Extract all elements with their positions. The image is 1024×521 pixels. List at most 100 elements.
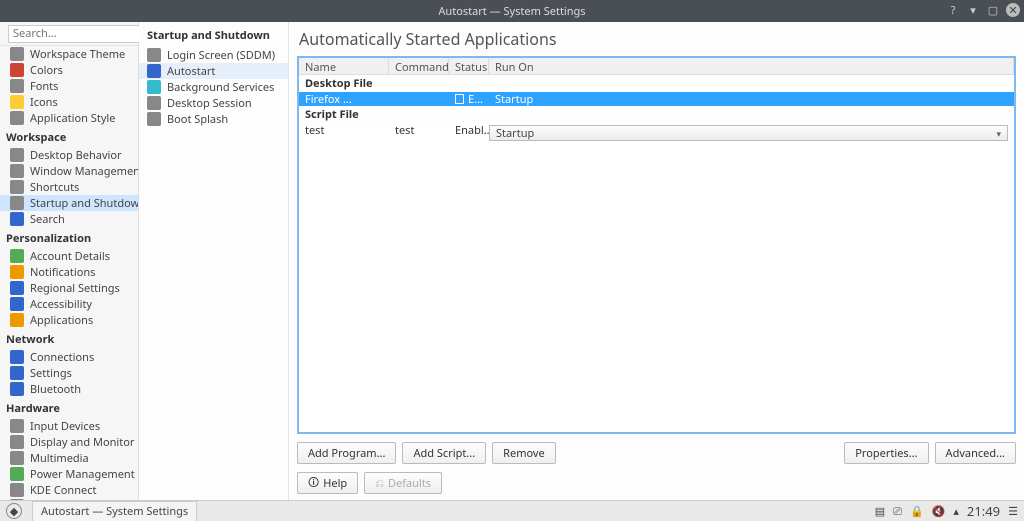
sidebar-item[interactable]: Notifications — [0, 264, 138, 280]
sidebar-item-label: Display and Monitor — [30, 435, 134, 450]
sidebar-item[interactable]: Connections — [0, 349, 138, 365]
tray-icon[interactable]: 🔒 — [910, 504, 924, 519]
col-runon[interactable]: Run On — [489, 58, 1014, 74]
category-icon — [10, 63, 24, 77]
category-hardware: Hardware — [0, 397, 138, 418]
sidebar-item[interactable]: Power Management — [0, 466, 138, 482]
sidebar-item-label: Workspace Theme — [30, 47, 125, 62]
sidebar-item-label: Power Management — [30, 467, 135, 482]
sidebar-item[interactable]: Input Devices — [0, 418, 138, 434]
subsection-item[interactable]: Desktop Session — [139, 95, 288, 111]
main-panel: Automatically Started Applications Name … — [289, 22, 1024, 500]
item-icon — [147, 96, 161, 110]
sidebar-item[interactable]: Settings — [0, 365, 138, 381]
autostart-table: Name Command Status Run On Desktop File … — [297, 56, 1016, 434]
sidebar-item-label: Account Details — [30, 249, 110, 264]
help-button[interactable]: 🛈Help — [297, 472, 358, 494]
subsection-item[interactable]: Login Screen (SDDM) — [139, 47, 288, 63]
expand-tray-icon[interactable]: ▴ — [953, 504, 959, 519]
sidebar-item[interactable]: Workspace Theme — [0, 46, 138, 62]
category-icon — [10, 313, 24, 327]
sidebar-item-label: Applications — [30, 313, 93, 328]
advanced-button[interactable]: Advanced... — [935, 442, 1016, 464]
group-desktop-file: Desktop File — [299, 75, 1014, 92]
maximize-icon[interactable]: ▢ — [986, 3, 1000, 17]
close-icon[interactable]: ✕ — [1006, 3, 1020, 17]
cell-cmd: test — [389, 123, 449, 138]
cell-name: test — [299, 123, 389, 138]
properties-button[interactable]: Properties... — [844, 442, 928, 464]
category-icon — [10, 483, 24, 497]
subsection-label: Desktop Session — [167, 96, 252, 111]
subsection-item[interactable]: Autostart — [139, 63, 288, 79]
category-icon — [10, 196, 24, 210]
category-icon — [10, 180, 24, 194]
category-workspace: Workspace — [0, 126, 138, 147]
category-icon — [10, 95, 24, 109]
sidebar-item[interactable]: Regional Settings — [0, 280, 138, 296]
taskbar: ◆ Autostart — System Settings ▤ ⎚ 🔒 🔇 ▴ … — [0, 500, 1024, 521]
sidebar-item-label: Desktop Behavior — [30, 148, 122, 163]
subsection-list: Startup and Shutdown Login Screen (SDDM)… — [139, 22, 289, 500]
category-icon — [10, 212, 24, 226]
subsection-item[interactable]: Background Services — [139, 79, 288, 95]
table-row[interactable]: test test Enabl... Startup — [299, 123, 1014, 137]
col-name[interactable]: Name — [299, 58, 389, 74]
cell-status: Enabl... — [449, 123, 489, 138]
remove-button[interactable]: Remove — [492, 442, 556, 464]
sidebar-item[interactable]: Display and Monitor — [0, 434, 138, 450]
sidebar-item[interactable]: Multimedia — [0, 450, 138, 466]
tray-icon[interactable]: ⎚ — [893, 504, 902, 519]
sidebar-item-label: Regional Settings — [30, 281, 120, 296]
checkbox-icon[interactable] — [455, 94, 464, 104]
page-title: Automatically Started Applications — [289, 22, 1024, 54]
col-command[interactable]: Command — [389, 58, 449, 74]
item-icon — [147, 48, 161, 62]
sidebar-item-label: Fonts — [30, 79, 58, 94]
col-status[interactable]: Status — [449, 58, 489, 74]
sidebar-item[interactable]: Applications — [0, 312, 138, 328]
subsection-item[interactable]: Boot Splash — [139, 111, 288, 127]
sidebar-item[interactable]: Icons — [0, 94, 138, 110]
item-icon — [147, 80, 161, 94]
add-script-button[interactable]: Add Script... — [402, 442, 486, 464]
category-icon — [10, 350, 24, 364]
help-icon[interactable]: ? — [946, 3, 960, 17]
category-icon — [10, 265, 24, 279]
volume-icon[interactable]: 🔇 — [932, 504, 946, 519]
tray-icon[interactable]: ▤ — [875, 504, 885, 519]
sidebar-item[interactable]: Application Style — [0, 110, 138, 126]
item-icon — [147, 64, 161, 78]
subsection-label: Login Screen (SDDM) — [167, 48, 275, 63]
sidebar-item[interactable]: Accessibility — [0, 296, 138, 312]
sidebar-item-label: Input Devices — [30, 419, 100, 434]
sidebar-item[interactable]: Fonts — [0, 78, 138, 94]
start-menu-icon[interactable]: ◆ — [6, 503, 22, 519]
category-icon — [10, 435, 24, 449]
defaults-button: ⎌Defaults — [364, 472, 442, 494]
clock[interactable]: 21:49 — [967, 502, 1000, 520]
sidebar-item[interactable]: Window Management — [0, 163, 138, 179]
subsection-label: Boot Splash — [167, 112, 228, 127]
category-icon — [10, 419, 24, 433]
notifications-icon[interactable]: ☰ — [1008, 504, 1018, 519]
sidebar-item[interactable]: Colors — [0, 62, 138, 78]
category-icon — [10, 499, 24, 500]
sidebar-item-label: KDE Connect — [30, 483, 96, 498]
minimize-icon[interactable]: ▾ — [966, 3, 980, 17]
taskbar-task[interactable]: Autostart — System Settings — [32, 501, 197, 521]
sidebar-item[interactable]: Desktop Behavior — [0, 147, 138, 163]
sidebar-item[interactable]: Account Details — [0, 248, 138, 264]
sidebar-item[interactable]: Bluetooth — [0, 381, 138, 397]
add-program-button[interactable]: Add Program... — [297, 442, 396, 464]
sidebar-item-label: Shortcuts — [30, 180, 79, 195]
sidebar-item-label: Bluetooth — [30, 382, 81, 397]
runon-combo[interactable]: Startup — [489, 125, 1008, 141]
sidebar-item[interactable]: Startup and Shutdown — [0, 195, 138, 211]
table-row[interactable]: Firefox ... E... Startup — [299, 92, 1014, 106]
category-icon — [10, 451, 24, 465]
sidebar-item[interactable]: KDE Connect — [0, 482, 138, 498]
sidebar-item[interactable]: Shortcuts — [0, 179, 138, 195]
sidebar-item[interactable]: Search — [0, 211, 138, 227]
category-icon — [10, 297, 24, 311]
